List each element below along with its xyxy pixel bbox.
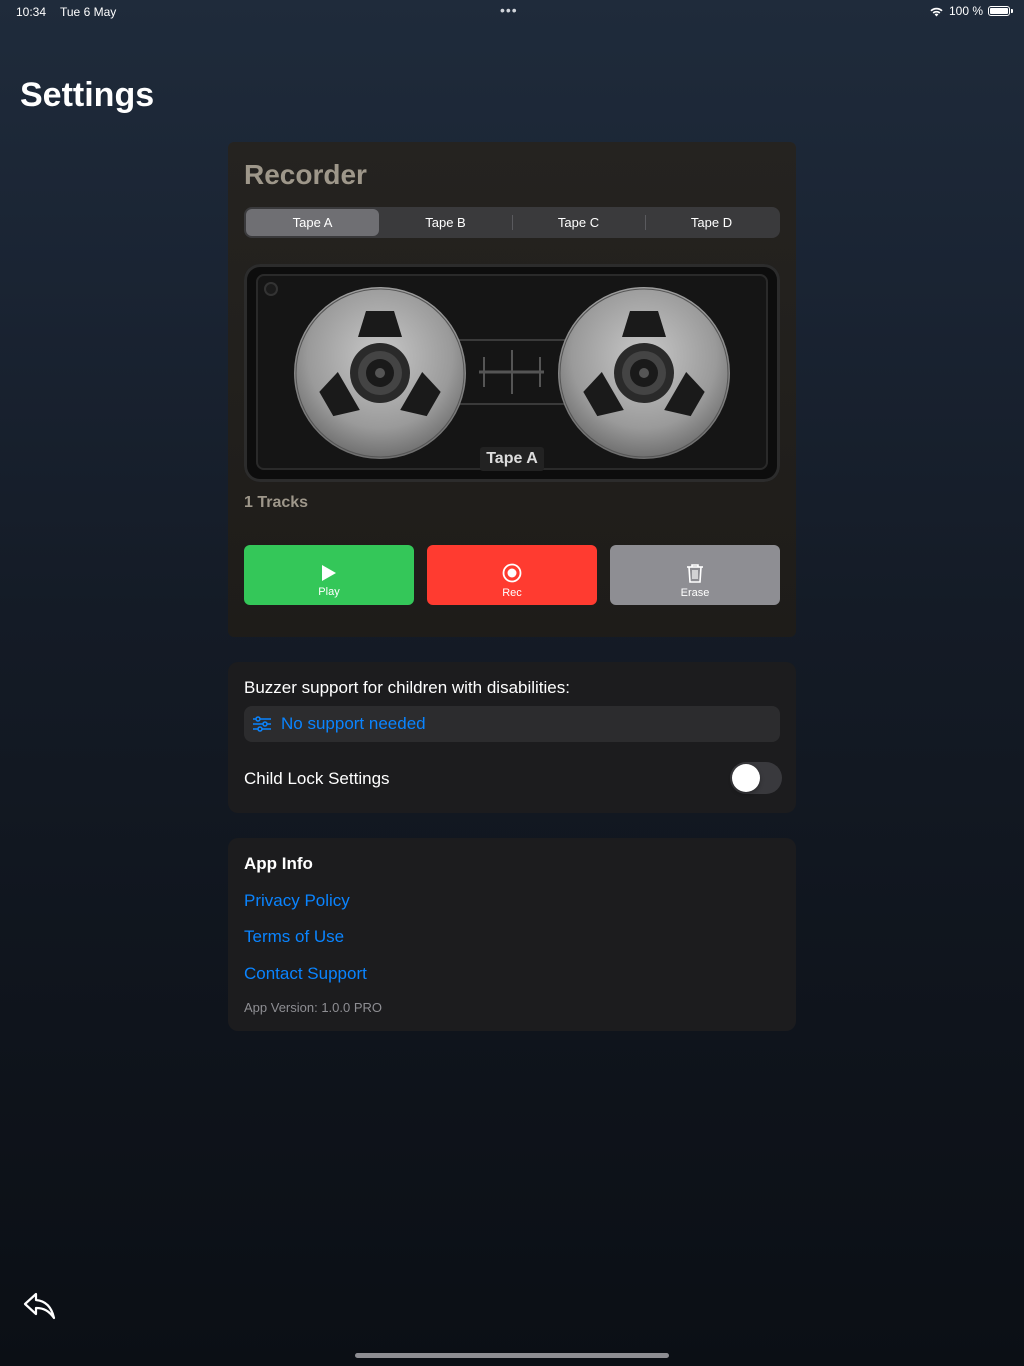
status-time: 10:34 xyxy=(16,5,47,19)
battery-percent: 100 % xyxy=(948,4,983,18)
recorder-title: Recorder xyxy=(244,159,367,190)
record-icon xyxy=(502,563,522,582)
support-picker[interactable]: No support needed xyxy=(244,706,780,742)
child-lock-label: Child Lock Settings xyxy=(244,769,390,788)
app-info-card: App Info Privacy Policy Terms of Use Con… xyxy=(228,838,796,1031)
tab-tape-a[interactable]: Tape A xyxy=(246,209,379,236)
terms-of-use-link[interactable]: Terms of Use xyxy=(244,927,344,947)
cassette-label: Tape A xyxy=(480,447,544,471)
track-count: 1 Tracks xyxy=(244,494,309,511)
tape-selector: Tape A Tape B Tape C Tape D xyxy=(244,207,780,238)
play-button[interactable]: Play xyxy=(244,545,414,605)
cassette-deck: Tape A xyxy=(244,264,780,482)
tab-tape-c[interactable]: Tape C xyxy=(512,209,645,236)
support-picker-value: No support needed xyxy=(281,714,426,733)
sliders-icon xyxy=(253,716,271,732)
contact-support-link[interactable]: Contact Support xyxy=(244,964,367,984)
home-indicator[interactable] xyxy=(355,1353,669,1358)
status-date: Tue 6 May xyxy=(60,5,117,19)
privacy-policy-link[interactable]: Privacy Policy xyxy=(244,891,350,911)
right-reel xyxy=(558,287,730,459)
status-right: 100 % xyxy=(929,4,1013,18)
child-lock-toggle[interactable] xyxy=(730,762,782,794)
multitasking-dots-icon[interactable]: ••• xyxy=(500,2,518,18)
recorder-card: Recorder Tape A Tape B Tape C Tape D Tap… xyxy=(228,142,796,637)
wifi-icon xyxy=(930,7,943,16)
play-label: Play xyxy=(318,585,340,598)
trash-icon xyxy=(687,563,703,583)
status-bar: 10:34 Tue 6 May ••• 100 % xyxy=(0,0,1024,24)
play-icon xyxy=(322,564,336,581)
back-button[interactable] xyxy=(22,1288,58,1324)
toggle-knob xyxy=(732,764,760,792)
left-reel xyxy=(294,287,466,459)
page-title: Settings xyxy=(20,76,155,114)
record-button[interactable]: Rec xyxy=(427,545,597,605)
back-arrow-icon xyxy=(23,1292,56,1320)
erase-button[interactable]: Erase xyxy=(610,545,780,605)
battery-icon xyxy=(988,6,1013,16)
record-label: Rec xyxy=(502,586,522,599)
support-card: Buzzer support for children with disabil… xyxy=(228,662,796,813)
app-info-title: App Info xyxy=(244,854,313,873)
tab-tape-d[interactable]: Tape D xyxy=(645,209,778,236)
erase-label: Erase xyxy=(680,586,710,599)
app-version: App Version: 1.0.0 PRO xyxy=(244,1000,383,1015)
buzzer-support-title: Buzzer support for children with disabil… xyxy=(244,678,570,697)
tab-tape-b[interactable]: Tape B xyxy=(379,209,512,236)
